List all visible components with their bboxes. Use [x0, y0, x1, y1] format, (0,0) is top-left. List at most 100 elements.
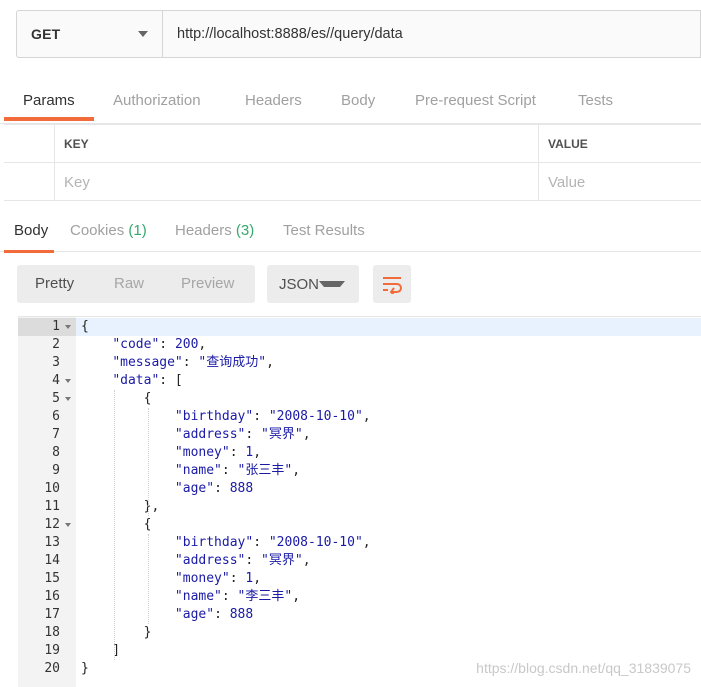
- wrap-lines-button[interactable]: [373, 265, 411, 303]
- code-text: "code": 200,: [112, 337, 207, 352]
- tab-pre-request-script[interactable]: Pre-request Script: [415, 92, 536, 109]
- indent-guide: [114, 390, 115, 660]
- line-number: 2: [52, 337, 60, 352]
- wrap-lines-icon: [383, 277, 402, 294]
- code-line: 19 ]: [18, 642, 701, 660]
- preview-button[interactable]: Preview: [181, 275, 234, 292]
- code-text: "birthday": "2008-10-10",: [174, 409, 371, 424]
- response-body-viewer[interactable]: 1{2 "code": 200, 3 "message": "查询成功", 4 "d…: [18, 316, 701, 687]
- code-text: "data": [: [112, 373, 183, 388]
- chevron-down-icon: [319, 281, 345, 287]
- format-select[interactable]: JSON: [267, 265, 359, 303]
- code-line: 18 }: [18, 624, 701, 642]
- params-header-row: KEY VALUE: [4, 125, 701, 163]
- code-line: 4 "data": [: [18, 372, 701, 390]
- param-value-input[interactable]: Value: [538, 163, 701, 201]
- code-text: "birthday": "2008-10-10",: [174, 535, 371, 550]
- line-number: 18: [44, 625, 60, 640]
- code-text: {: [81, 391, 152, 406]
- line-number: 4: [52, 373, 60, 388]
- tab-headers[interactable]: Headers: [245, 92, 302, 109]
- code-line: 7 "address": "冥界",: [18, 426, 701, 444]
- code-text: "message": "查询成功",: [112, 355, 274, 370]
- code-line: 9 "name": "张三丰",: [18, 462, 701, 480]
- code-text: {: [81, 517, 152, 532]
- key-column-header: KEY: [64, 137, 89, 151]
- response-tab-cookies[interactable]: Cookies (1): [70, 222, 147, 239]
- code-line: 15 "money": 1,: [18, 570, 701, 588]
- code-line: 13 "birthday": "2008-10-10",: [18, 534, 701, 552]
- indent-guide: [148, 408, 149, 516]
- format-label: JSON: [279, 275, 320, 293]
- response-tabs: Body Cookies (1) Headers (3) Test Result…: [0, 208, 701, 252]
- line-number: 19: [44, 643, 60, 658]
- param-key-input[interactable]: Key: [54, 163, 538, 201]
- code-line: 16 "name": "李三丰",: [18, 588, 701, 606]
- line-number: 6: [52, 409, 60, 424]
- active-tab-indicator: [4, 117, 94, 121]
- chevron-down-icon: [138, 31, 148, 37]
- fold-toggle-icon[interactable]: [65, 523, 71, 527]
- tab-tests[interactable]: Tests: [578, 92, 613, 109]
- pretty-button[interactable]: Pretty: [35, 275, 74, 292]
- watermark: https://blog.csdn.net/qq_31839075: [476, 660, 691, 676]
- line-number: 9: [52, 463, 60, 478]
- line-number: 16: [44, 589, 60, 604]
- response-tab-headers[interactable]: Headers (3): [175, 222, 254, 239]
- code-line: 17 "age": 888: [18, 606, 701, 624]
- line-number: 20: [44, 661, 60, 676]
- key-placeholder: Key: [64, 173, 90, 191]
- fold-toggle-icon[interactable]: [65, 397, 71, 401]
- tab-authorization[interactable]: Authorization: [113, 92, 201, 109]
- line-number: 17: [44, 607, 60, 622]
- params-key-header: KEY: [54, 125, 538, 163]
- response-tab-body[interactable]: Body: [14, 222, 48, 239]
- code-text: {: [81, 319, 89, 334]
- code-line: 8 "money": 1,: [18, 444, 701, 462]
- line-number: 7: [52, 427, 60, 442]
- method-select[interactable]: GET: [16, 10, 162, 58]
- line-number: 11: [44, 499, 60, 514]
- line-number: 15: [44, 571, 60, 586]
- code-line: 10 "age": 888: [18, 480, 701, 498]
- line-number: 10: [44, 481, 60, 496]
- view-mode-group: Pretty Raw Preview: [17, 265, 255, 303]
- code-line: 11 },: [18, 498, 701, 516]
- tab-body[interactable]: Body: [341, 92, 375, 109]
- code-text: "address": "冥界",: [174, 427, 311, 442]
- params-table: KEY VALUE Key Value: [4, 124, 701, 202]
- line-number: 12: [44, 517, 60, 532]
- code-line: 6 "birthday": "2008-10-10",: [18, 408, 701, 426]
- code-text: "age": 888: [174, 607, 254, 622]
- code-text: "age": 888: [174, 481, 254, 496]
- code-line: 1{: [18, 318, 701, 336]
- line-number: 13: [44, 535, 60, 550]
- code-text: "money": 1,: [174, 445, 262, 460]
- params-value-header: VALUE: [538, 125, 701, 163]
- cookies-count-badge: (1): [128, 222, 147, 239]
- code-text: "address": "冥界",: [174, 553, 311, 568]
- code-line: 3 "message": "查询成功",: [18, 354, 701, 372]
- fold-toggle-icon[interactable]: [65, 325, 71, 329]
- url-input[interactable]: http://localhost:8888/es//query/data: [162, 10, 701, 58]
- method-label: GET: [31, 26, 61, 42]
- value-placeholder: Value: [548, 173, 586, 191]
- code-text: "money": 1,: [174, 571, 262, 586]
- code-text: }: [81, 625, 152, 640]
- fold-toggle-icon[interactable]: [65, 379, 71, 383]
- tab-params[interactable]: Params: [23, 92, 75, 109]
- line-number: 5: [52, 391, 60, 406]
- line-number: 1: [52, 319, 60, 334]
- headers-count-badge: (3): [235, 222, 255, 239]
- line-number: 14: [44, 553, 60, 568]
- response-tab-test-results[interactable]: Test Results: [283, 222, 365, 239]
- response-tab-headers-label: Headers: [175, 222, 232, 239]
- response-active-tab-indicator: [4, 250, 54, 253]
- raw-button[interactable]: Raw: [114, 275, 144, 292]
- code-line: 5 {: [18, 390, 701, 408]
- code-line: 12 {: [18, 516, 701, 534]
- indent-guide: [148, 534, 149, 624]
- request-tabs: Params Authorization Headers Body Pre-re…: [0, 84, 701, 124]
- code-line: 2 "code": 200,: [18, 336, 701, 354]
- line-number: 3: [52, 355, 60, 370]
